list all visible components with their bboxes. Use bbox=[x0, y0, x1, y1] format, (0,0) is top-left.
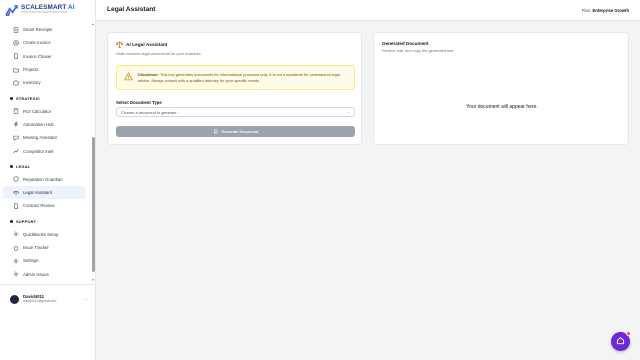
sidebar-item-label: Meeting Assistant bbox=[23, 135, 57, 141]
card-subtitle: Review, edit, and copy the generated tex… bbox=[382, 48, 455, 53]
scroll-up-icon[interactable]: ▲ bbox=[91, 22, 95, 26]
user-email: david4011@gmail.com bbox=[23, 298, 57, 303]
legal-assistant-card: AI Legal Assistant Draft common legal do… bbox=[107, 32, 362, 145]
sidebar-item-label: Contract Review bbox=[23, 203, 55, 209]
sidebar-item-quickbooks-setup[interactable]: QuickBooks Setup bbox=[3, 228, 86, 241]
sidebar-nav: Smart Receipts Create Invoice Invoice Ch… bbox=[0, 23, 90, 278]
sidebar-item-label: Smart Receipts bbox=[23, 27, 53, 33]
logo-mark-icon bbox=[5, 4, 18, 17]
bolt-icon bbox=[13, 121, 19, 128]
generate-document-button[interactable]: Generate Document bbox=[116, 126, 355, 137]
generated-document-card: Generated Document Review, edit, and cop… bbox=[373, 32, 629, 145]
box-icon bbox=[13, 80, 19, 86]
sidebar-item-legal-assistant[interactable]: Legal Assistant bbox=[3, 185, 86, 200]
page-title: Legal Assistant bbox=[107, 6, 156, 13]
sidebar-scrollbar[interactable]: ▲ ▼ bbox=[91, 22, 95, 282]
chat-icon bbox=[13, 135, 19, 141]
document-type-select[interactable]: Choose a document to generate... ⌄ bbox=[116, 107, 355, 117]
sidebar-item-issue-tracker[interactable]: Issue Tracker bbox=[3, 241, 86, 254]
sidebar-item-label: Create Invoice bbox=[23, 40, 51, 46]
sidebar-item-meeting-assistant[interactable]: Meeting Assistant bbox=[3, 131, 86, 144]
avatar bbox=[10, 294, 19, 304]
sidebar-item-label: Automation Hub bbox=[23, 121, 54, 127]
logo[interactable]: SCALESMART AI INTELLIGENT BUSINESS SOLUT… bbox=[5, 2, 91, 18]
document-icon bbox=[213, 128, 218, 135]
calculator-icon bbox=[13, 108, 19, 114]
document-type-label: Select Document Type bbox=[116, 100, 162, 105]
document-placeholder: Your document will appear here. bbox=[466, 104, 538, 110]
card-title: Generated Document bbox=[382, 41, 429, 46]
sidebar-item-label: Projects bbox=[23, 67, 39, 73]
plan-value: Enterprise Growth bbox=[592, 7, 629, 13]
chevron-down-icon: ⌄ bbox=[347, 110, 350, 114]
sidebar-item-admin-issues[interactable]: Admin Issues bbox=[3, 267, 86, 278]
section-support: SUPPORT bbox=[0, 216, 90, 228]
section-dot-icon bbox=[10, 165, 13, 169]
sidebar-item-label: Reputation Guardian bbox=[23, 176, 63, 182]
chevron-down-icon: ⌄ bbox=[84, 297, 88, 301]
sidebar-item-contract-review[interactable]: Contract Review bbox=[3, 199, 86, 212]
receipt-icon bbox=[13, 26, 19, 33]
user-menu[interactable]: David4011 david4011@gmail.com ⌄ bbox=[10, 292, 88, 306]
folder-icon bbox=[13, 67, 19, 73]
sidebar-item-label: ROI Calculator bbox=[23, 108, 52, 114]
shield-icon bbox=[13, 176, 19, 183]
plus-icon bbox=[13, 40, 19, 46]
warning-icon bbox=[124, 72, 133, 83]
notification-badge bbox=[626, 331, 631, 336]
sidebar-item-label: Settings bbox=[23, 258, 39, 264]
sidebar: SCALESMART AI INTELLIGENT BUSINESS SOLUT… bbox=[0, 0, 96, 360]
sidebar-item-label: Legal Assistant bbox=[23, 190, 52, 196]
sidebar-item-label: Invoice Chaser bbox=[23, 53, 52, 59]
scale-icon bbox=[13, 190, 19, 196]
sidebar-item-create-invoice[interactable]: Create Invoice bbox=[3, 36, 86, 49]
sidebar-item-settings[interactable]: Settings bbox=[3, 254, 86, 267]
section-strategic: STRATEGIC bbox=[0, 92, 90, 104]
section-dot-icon bbox=[10, 96, 13, 100]
top-header: Legal Assistant Plan: Enterprise Growth bbox=[96, 0, 640, 21]
chart-icon bbox=[13, 148, 19, 154]
sidebar-item-inventory[interactable]: Inventory bbox=[3, 76, 86, 89]
sidebar-item-projects[interactable]: Projects bbox=[3, 63, 86, 76]
sidebar-item-label: Admin Issues bbox=[23, 271, 49, 277]
gear-icon bbox=[13, 258, 19, 264]
sidebar-item-competitor-intel[interactable]: Competitor Intel bbox=[3, 144, 86, 157]
scale-icon bbox=[116, 41, 123, 50]
sidebar-divider bbox=[0, 284, 96, 285]
sidebar-item-smart-receipts[interactable]: Smart Receipts bbox=[3, 23, 86, 36]
plan-label: Plan: bbox=[581, 7, 592, 13]
sidebar-item-label: QuickBooks Setup bbox=[23, 231, 59, 237]
plan-indicator: Plan: Enterprise Growth bbox=[582, 8, 629, 13]
card-title: AI Legal Assistant bbox=[126, 43, 168, 48]
button-label: Generate Document bbox=[221, 129, 259, 134]
sidebar-item-roi-calculator[interactable]: ROI Calculator bbox=[3, 104, 86, 117]
document-icon bbox=[13, 53, 19, 59]
card-subtitle: Draft common legal documents for your bu… bbox=[116, 51, 202, 56]
section-legal: LEGAL bbox=[0, 161, 90, 173]
scrollbar-thumb[interactable] bbox=[91, 137, 95, 272]
section-dot-icon bbox=[10, 220, 13, 224]
sidebar-item-reputation-guardian[interactable]: Reputation Guardian bbox=[3, 173, 86, 186]
brand-tagline: INTELLIGENT BUSINESS SOLUTIONS bbox=[21, 11, 68, 15]
chat-launcher-button[interactable] bbox=[611, 331, 631, 351]
gear-icon bbox=[13, 271, 19, 277]
bug-icon bbox=[13, 245, 19, 251]
sidebar-item-label: Inventory bbox=[23, 80, 41, 86]
sidebar-item-invoice-chaser[interactable]: Invoice Chaser bbox=[3, 50, 86, 63]
sidebar-item-label: Competitor Intel bbox=[23, 148, 54, 154]
gear-icon bbox=[13, 231, 19, 237]
scroll-down-icon[interactable]: ▼ bbox=[91, 278, 95, 282]
document-icon bbox=[13, 203, 19, 209]
disclaimer-text: Disclaimer: This tool generates document… bbox=[138, 72, 340, 84]
sidebar-item-label: Issue Tracker bbox=[23, 245, 49, 250]
disclaimer-box: Disclaimer: This tool generates document… bbox=[116, 65, 355, 90]
select-value: Choose a document to generate... bbox=[121, 109, 180, 115]
sidebar-item-automation-hub[interactable]: Automation Hub bbox=[3, 118, 86, 131]
home-icon bbox=[616, 336, 625, 347]
